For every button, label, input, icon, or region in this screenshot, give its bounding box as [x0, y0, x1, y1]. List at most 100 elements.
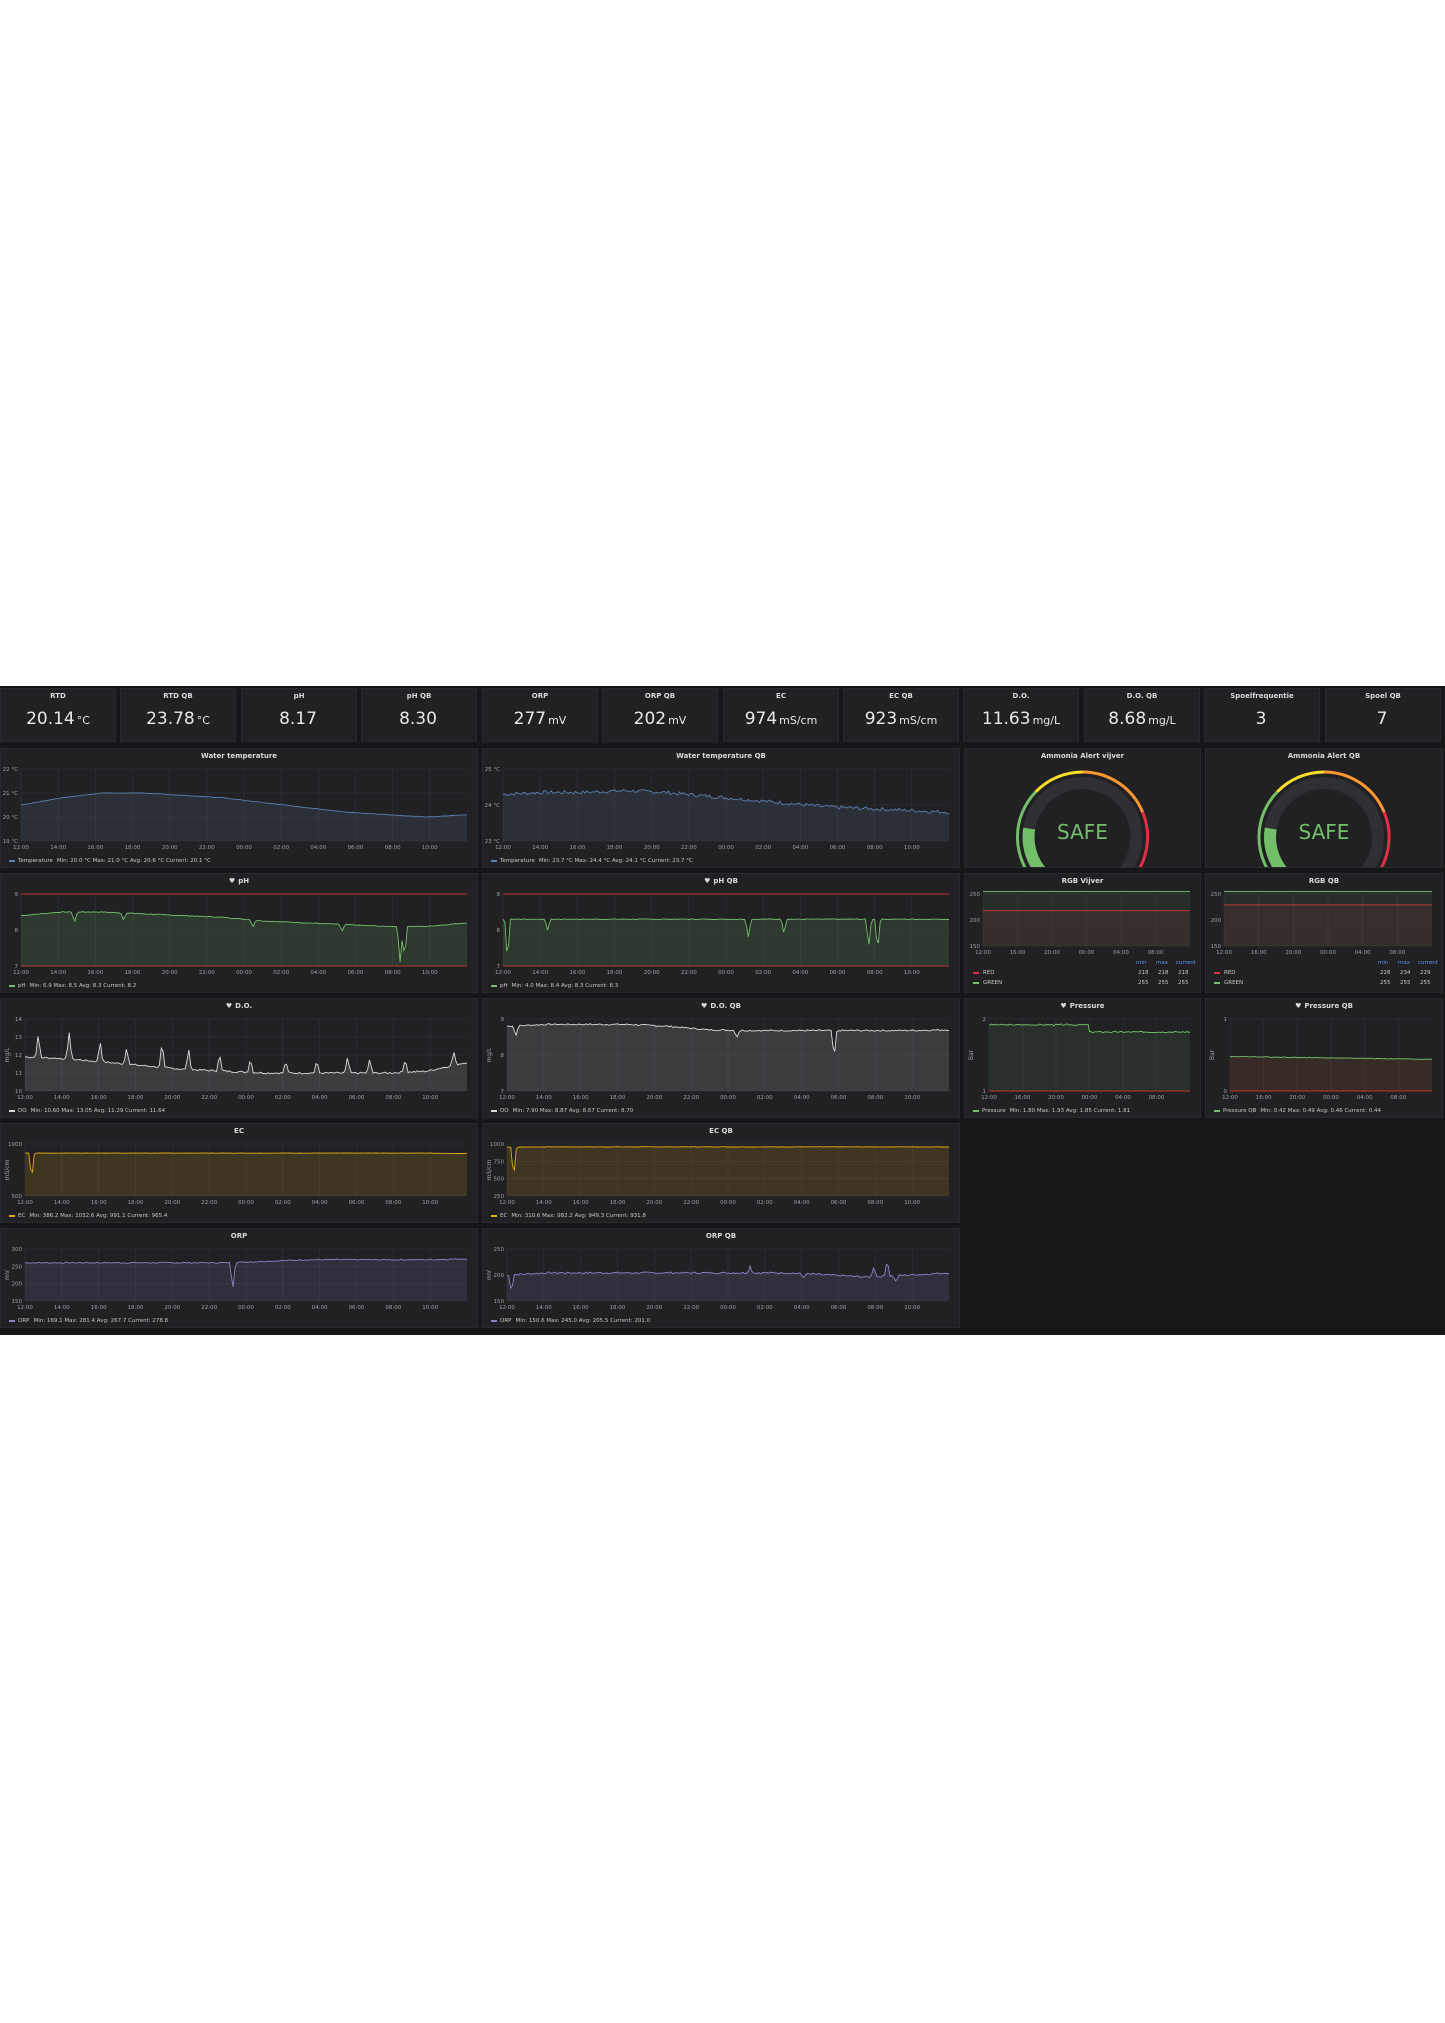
legend-series-name: GREEN: [1224, 980, 1244, 986]
chart-panel-0: Water temperature 22 °C 21 °C 20 °C 19 °C 12:…: [0, 748, 478, 868]
legend[interactable]: Temperature Min: 20.0 °C Max: 21.0 °C Avg…: [9, 858, 211, 864]
y-tick-label: 20 °C: [3, 815, 18, 821]
stat-number: 974: [744, 709, 778, 729]
panel-title[interactable]: pH: [242, 692, 356, 700]
legend-stats: Min: 10.60 Max: 13.05 Avg: 11.29 Current…: [30, 1108, 166, 1114]
legend-value: 255: [1380, 980, 1391, 986]
stat-unit: mV: [548, 714, 567, 727]
legend-swatch: [973, 971, 979, 974]
panel-title-text: Spoelfrequentie: [1230, 692, 1294, 700]
pressure-chart-svg: 2112:00 16:00 20:00 00:00 04:00 08:00Bar: [968, 1017, 1191, 1101]
legend-value: 228: [1380, 970, 1391, 976]
x-tick-label: 00:00: [236, 845, 252, 851]
legend-stats: Min: 7.90 Max: 8.87 Avg: 8.67 Current: 8…: [512, 1108, 634, 1114]
x-tick-label: 14:00: [532, 970, 548, 976]
chart-svg: 98712:00 14:00 16:00 18:00 20:00 22:00 00:00 02…: [495, 892, 949, 976]
x-tick-label: 08:00: [385, 845, 401, 851]
legend-swatch: [9, 1109, 15, 1112]
legend[interactable]: Temperature Min: 23.7 °C Max: 24.4 °C Avg…: [491, 858, 693, 864]
panel-title[interactable]: ORP QB: [603, 692, 717, 700]
legend[interactable]: EC Min: 386.2 Max: 1032.6 Avg: 991.1 Curr…: [9, 1213, 167, 1219]
legend-row[interactable]: RED: [1214, 970, 1236, 976]
legend-swatch: [9, 1319, 15, 1322]
legend-row[interactable]: RED: [973, 970, 995, 976]
series-area: [503, 918, 949, 966]
gauge-value-arc: [1264, 827, 1287, 867]
x-tick-label: 10:00: [422, 1200, 438, 1206]
stat-number: 8.68: [1108, 709, 1147, 729]
x-tick-label: 22:00: [683, 1200, 699, 1206]
x-tick-label: 10:00: [904, 845, 920, 851]
pressure-chart-svg: 1012:00 16:00 20:00 00:00 04:00 08:00Bar: [1209, 1017, 1433, 1101]
legend[interactable]: ORP Min: 169.1 Max: 281.4 Avg: 267.7 Curr…: [9, 1318, 168, 1324]
panel-title[interactable]: RTD QB: [121, 692, 235, 700]
y-axis-label: Bar: [968, 1049, 975, 1060]
panel-title[interactable]: pH QB: [362, 692, 476, 700]
stat-value: 23.78 °C: [121, 709, 235, 729]
x-tick-label: 02:00: [275, 1095, 291, 1101]
stat-value: 202 mV: [603, 709, 717, 729]
y-axis-label: mV: [4, 1269, 11, 1280]
x-tick-label: 14:00: [54, 1305, 70, 1311]
legend[interactable]: EC Min: 310.6 Max: 982.2 Avg: 949.3 Curre…: [491, 1213, 646, 1219]
y-tick-label: 22 °C: [3, 767, 18, 773]
chart-svg: 30025020015012:00 14:00 16:00 18:00 20:00 22:…: [4, 1247, 468, 1311]
panel-title[interactable]: RTD: [1, 692, 115, 700]
legend[interactable]: Pressure QB Min: 0.42 Max: 0.49 Avg: 0.46…: [1214, 1108, 1381, 1114]
chart-panel-3: ♥ pH QB 9 8 7 12:00 14:00 16:00 18:00 20:00 22:00 0…: [482, 873, 960, 993]
legend-header[interactable]: current: [1418, 960, 1438, 966]
x-tick-label: 04:00: [792, 845, 808, 851]
x-tick-label: 08:00: [867, 845, 883, 851]
panel-title[interactable]: Spoel QB: [1326, 692, 1440, 700]
stat-panel-5: ORP QB 202 mV: [602, 688, 718, 742]
panel-title[interactable]: D.O.: [964, 692, 1078, 700]
panel-title[interactable]: Spoelfrequentie: [1205, 692, 1319, 700]
x-tick-label: 00:00: [718, 970, 734, 976]
x-tick-label: 04:00: [1357, 1095, 1373, 1101]
x-tick-label: 14:00: [536, 1200, 552, 1206]
legend[interactable]: pH Min: 4.0 Max: 8.4 Avg: 8.3 Current: 8.…: [491, 983, 618, 989]
panel-title[interactable]: D.O. QB: [1085, 692, 1199, 700]
legend-header[interactable]: min: [1136, 960, 1146, 966]
stat-value: 8.68 mg/L: [1085, 709, 1199, 729]
panel-title[interactable]: ORP: [483, 692, 597, 700]
legend[interactable]: ORP Min: 150.6 Max: 245.0 Avg: 205.5 Curr…: [491, 1318, 650, 1324]
panel-title[interactable]: EC: [724, 692, 838, 700]
panel-title-text: EC: [776, 692, 786, 700]
legend-value: 255: [1420, 980, 1431, 986]
x-tick-label: 16:00: [573, 1095, 589, 1101]
stat-value: 923 mS/cm: [844, 709, 958, 729]
x-tick-label: 14:00: [50, 970, 66, 976]
stat-unit: mg/L: [1148, 714, 1176, 727]
x-tick-label: 22:00: [201, 1305, 217, 1311]
x-tick-label: 22:00: [199, 970, 215, 976]
legend-header[interactable]: min: [1378, 960, 1388, 966]
x-tick-label: 20:00: [646, 1200, 662, 1206]
x-tick-label: 00:00: [238, 1305, 254, 1311]
legend-header[interactable]: current: [1176, 960, 1196, 966]
legend-header-text: current: [1418, 960, 1438, 966]
x-tick-label: 12:00: [1216, 950, 1232, 956]
legend[interactable]: Pressure Min: 1.80 Max: 1.93 Avg: 1.85 Cu…: [973, 1108, 1130, 1114]
chart-panel-5: ♥ D.O. QB 9 8 7 12:00 14:00 16:00 18:00 20:00 22:0…: [482, 998, 960, 1118]
legend[interactable]: DO Min: 10.60 Max: 13.05 Avg: 11.29 Curre…: [9, 1108, 165, 1114]
panel-title[interactable]: EC QB: [844, 692, 958, 700]
legend-value: 255: [1158, 980, 1169, 986]
y-axis-label: mS/cm: [4, 1159, 11, 1180]
legend-header[interactable]: max: [1398, 960, 1410, 966]
legend-row[interactable]: GREEN: [1214, 980, 1243, 986]
x-tick-label: 14:00: [50, 845, 66, 851]
x-tick-label: 12:00: [17, 1305, 33, 1311]
x-tick-label: 00:00: [238, 1095, 254, 1101]
chart-svg: 100050012:00 14:00 16:00 18:00 20:00 22:00 00:…: [4, 1142, 467, 1206]
x-tick-label: 20:00: [646, 1305, 662, 1311]
legend[interactable]: DO Min: 7.90 Max: 8.87 Avg: 8.67 Current:…: [491, 1108, 633, 1114]
legend-header[interactable]: max: [1156, 960, 1168, 966]
x-tick-label: 22:00: [681, 845, 697, 851]
y-axis-label: Bar: [1209, 1049, 1216, 1060]
stat-number: 3: [1255, 709, 1267, 729]
legend[interactable]: pH Min: 6.9 Max: 8.5 Avg: 8.3 Current: 8.…: [9, 983, 136, 989]
stat-number: 7: [1376, 709, 1388, 729]
legend-stats: Min: 20.0 °C Max: 21.0 °C Avg: 20.6 °C C…: [56, 858, 211, 864]
legend-row[interactable]: GREEN: [973, 980, 1002, 986]
